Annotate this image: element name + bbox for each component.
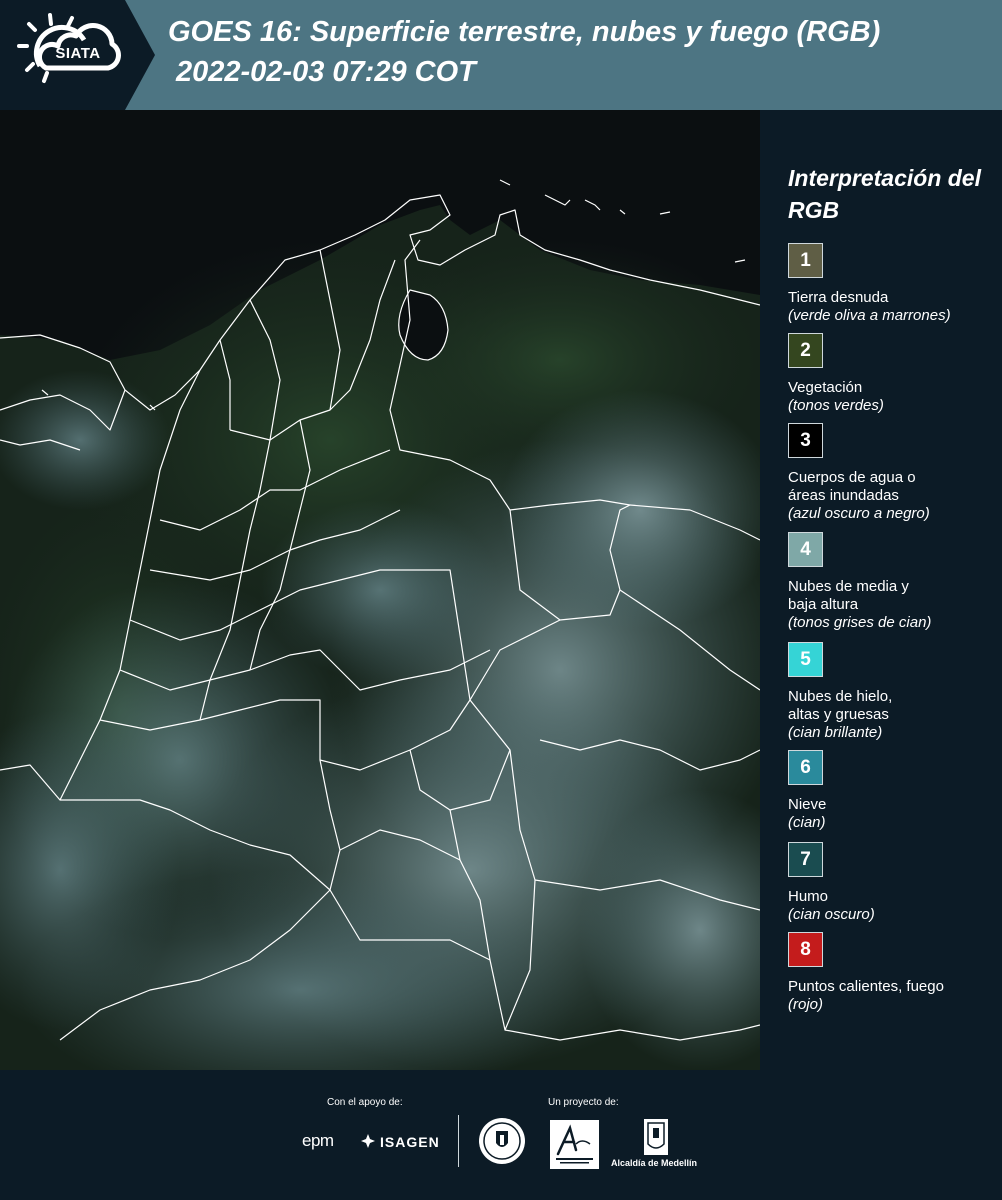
project-label: Un proyecto de: — [548, 1097, 619, 1108]
legend-swatch: 7 — [788, 842, 823, 877]
epm-logo: epm — [302, 1131, 334, 1150]
legend-panel: Interpretación del RGB 1 Tierra desnuda … — [760, 110, 1002, 1070]
alcaldia-logo-text: Alcaldía de Medellín — [611, 1158, 698, 1168]
legend-label: Nubes de media y baja altura — [788, 578, 909, 613]
legend-title: Interpretación del RGB — [788, 165, 981, 223]
legend-desc: (verde oliva a marrones) — [788, 307, 951, 324]
legend-item-bare-soil: 1 Tierra desnuda (verde oliva a marrones… — [788, 243, 998, 325]
area-metropolitana-logo — [550, 1120, 599, 1169]
support-label: Con el apoyo de: — [327, 1097, 403, 1108]
seal-icon — [479, 1118, 525, 1164]
legend-swatch: 6 — [788, 750, 823, 785]
legend-swatch: 8 — [788, 932, 823, 967]
legend-desc: (tonos verdes) — [788, 397, 884, 414]
legend-item-low-clouds: 4 Nubes de media y baja altura (tonos gr… — [788, 532, 998, 632]
siata-logo: SIATA — [0, 0, 155, 110]
legend-item-fire: 8 Puntos calientes, fuego (rojo) — [788, 932, 998, 1014]
legend-desc: (tonos grises de cian) — [788, 614, 932, 631]
legend-label: Nieve — [788, 796, 827, 813]
legend-item-water: 3 Cuerpos de agua o áreas inundadas (azu… — [788, 423, 998, 523]
legend-item-vegetation: 2 Vegetación (tonos verdes) — [788, 333, 998, 415]
legend-swatch: 2 — [788, 333, 823, 368]
legend-item-smoke: 7 Humo (cian oscuro) — [788, 842, 998, 924]
alcaldia-shield-icon — [644, 1119, 668, 1155]
legend-label: Puntos calientes, fuego — [788, 978, 944, 995]
legend-label: Vegetación — [788, 379, 863, 396]
legend-swatch: 4 — [788, 532, 823, 567]
legend-label: Tierra desnuda — [788, 289, 889, 306]
legend-label: Cuerpos de agua o áreas inundadas — [788, 469, 916, 504]
isagen-icon — [361, 1134, 375, 1148]
footer-divider — [458, 1115, 459, 1167]
legend-swatch: 5 — [788, 642, 823, 677]
legend-desc: (cian brillante) — [788, 724, 883, 741]
page-title: GOES 16: Superficie terrestre, nubes y f… — [168, 16, 881, 48]
legend-desc: (azul oscuro a negro) — [788, 505, 930, 522]
legend-swatch: 3 — [788, 423, 823, 458]
page-timestamp: 2022-02-03 07:29 COT — [176, 56, 476, 88]
area-logo-mark — [556, 1124, 593, 1164]
legend-label: Humo — [788, 888, 829, 905]
legend-swatch: 1 — [788, 243, 823, 278]
map-image — [0, 110, 760, 1070]
satellite-map[interactable] — [0, 110, 760, 1070]
logo-text: SIATA — [55, 45, 101, 62]
legend-desc: (cian oscuro) — [788, 906, 875, 923]
legend-item-ice-clouds: 5 Nubes de hielo, altas y gruesas (cian … — [788, 642, 998, 742]
legend-label: Nubes de hielo, altas y gruesas — [788, 688, 893, 723]
legend-desc: (cian) — [788, 814, 826, 831]
footer: Con el apoyo de: Un proyecto de: epm ISA… — [0, 1070, 1002, 1200]
isagen-logo: ISAGEN — [380, 1134, 440, 1150]
header: SIATA GOES 16: Superficie terrestre, nub… — [0, 0, 1002, 110]
legend-item-snow: 6 Nieve (cian) — [788, 750, 998, 832]
legend-desc: (rojo) — [788, 996, 824, 1013]
